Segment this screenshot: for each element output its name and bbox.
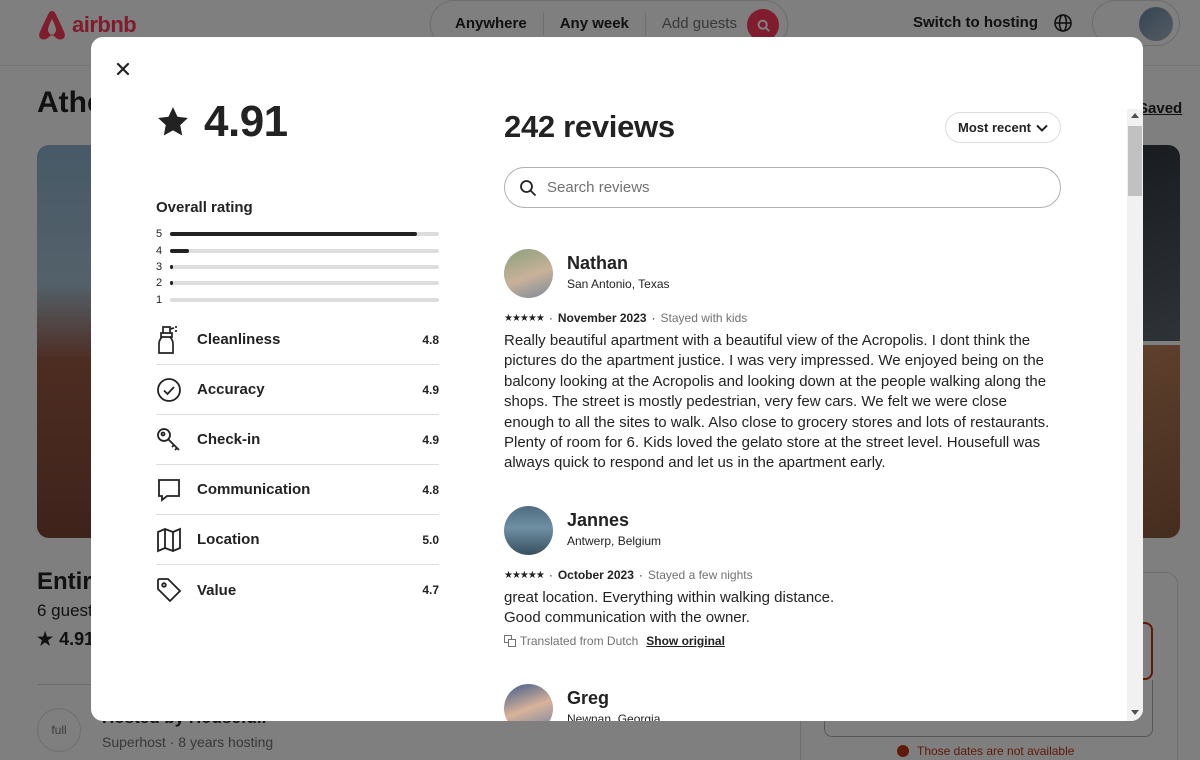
rating-bar-2: 2 [156,275,439,291]
spray-bottle-icon [158,325,177,354]
category-name: Accuracy [197,381,265,398]
translated-label: Translated from Dutch [520,634,639,648]
separator: · [638,568,643,582]
category-name: Check-in [197,431,261,448]
category-ratings: Cleanliness 4.8 Accuracy 4.9 Check-in 4.… [156,315,439,615]
review-text-line: great location. Everything within walkin… [504,589,835,606]
stay-type: Stayed with kids [660,311,748,325]
message-icon [158,478,180,502]
rating-bar-3: 3 [156,259,439,275]
reviews-scrollbar[interactable] [1127,109,1143,721]
separator: · [548,311,553,325]
category-value: 4.9 [422,382,439,397]
sort-dropdown[interactable]: Most recent [945,112,1061,143]
bar-label: 4 [156,244,163,257]
bar-label: 3 [156,260,163,273]
show-original-link[interactable]: Show original [646,634,725,648]
bar-fill [170,232,418,237]
reviewer-location: San Antonio, Texas [567,277,670,291]
reviewer-location: Newnan, Georgia [567,712,661,721]
review-item: Jannes Antwerp, Belgium ★★★★★ · October … [504,506,1064,656]
bar-label: 1 [156,293,163,306]
reviews-modal: 4.91 Overall rating 5 4 3 2 1 Cleanlines… [91,37,1143,721]
bar-fill [170,264,173,269]
scroll-thumb[interactable] [1128,126,1142,196]
review-text: Really beautiful apartment with a beauti… [504,332,1050,472]
bar-label: 5 [156,228,163,241]
review-text-line: Good communication with the owner. [504,609,750,627]
translation-note: Translated from Dutch Show original [504,634,725,648]
category-name: Location [197,531,260,548]
reviewer-name: Jannes [567,510,630,530]
review-date: November 2023 [557,311,647,325]
reviewer-name: Greg [567,688,610,708]
translate-icon [504,635,516,647]
close-icon [116,62,130,76]
category-cleanliness: Cleanliness 4.8 [156,315,439,365]
rating-bar-1: 1 [156,292,439,308]
bar-fill [170,248,189,253]
search-reviews-input[interactable] [547,179,1027,196]
review-meta: ★★★★★ · November 2023 · Stayed with kids [504,311,747,325]
reviewer-avatar[interactable] [504,249,553,298]
rating-bar-4: 4 [156,242,439,258]
review-item: Nathan San Antonio, Texas ★★★★★ · Novemb… [504,249,1064,489]
review-date: October 2023 [557,568,634,582]
scroll-up-arrow[interactable] [1131,113,1139,118]
reviewer-name: Nathan [567,253,629,273]
key-icon [157,427,180,451]
scroll-down-arrow[interactable] [1131,710,1139,715]
category-name: Communication [197,481,311,498]
review-meta: ★★★★★ · October 2023 · Stayed a few nigh… [504,568,753,582]
category-value: 4.7 [422,583,439,597]
tag-icon [157,578,182,603]
bar-fill [170,281,173,286]
overall-rating-label: Overall rating [156,199,253,216]
reviewer-avatar[interactable] [504,684,553,721]
stay-type: Stayed a few nights [647,568,753,582]
category-value: Value 4.7 [156,565,439,615]
category-value: 4.8 [422,332,439,347]
category-name: Cleanliness [197,331,281,348]
map-icon [157,527,181,552]
category-check-in: Check-in 4.9 [156,415,439,465]
bar-label: 2 [156,277,163,290]
category-value: 5.0 [422,532,439,547]
category-location: Location 5.0 [156,515,439,565]
separator: · [548,568,553,582]
overall-score: 4.91 [156,97,288,147]
search-icon [520,179,537,196]
review-stars: ★★★★★ [504,312,545,324]
close-button[interactable] [109,55,137,83]
chevron-down-icon [1036,124,1048,132]
review-text: great location. Everything within walkin… [504,588,1058,629]
reviews-count-title: 242 reviews [504,109,675,144]
separator: · [651,311,656,325]
reviewer-location: Antwerp, Belgium [567,534,662,548]
category-value: 4.8 [422,482,439,497]
check-circle-icon [157,377,181,402]
reviewer-avatar[interactable] [504,506,553,555]
category-name: Value [197,581,237,599]
review-stars: ★★★★★ [504,569,545,581]
sort-label: Most recent [958,120,1031,135]
rating-bar-5: 5 [156,226,439,242]
category-communication: Communication 4.8 [156,465,439,515]
category-value: 4.9 [422,432,439,447]
rating-value: 4.91 [204,97,288,146]
star-icon [158,107,188,136]
review-item: Greg Newnan, Georgia [504,684,1064,721]
review-search[interactable] [504,167,1061,208]
category-accuracy: Accuracy 4.9 [156,365,439,415]
rating-distribution: 5 4 3 2 1 [156,226,439,308]
